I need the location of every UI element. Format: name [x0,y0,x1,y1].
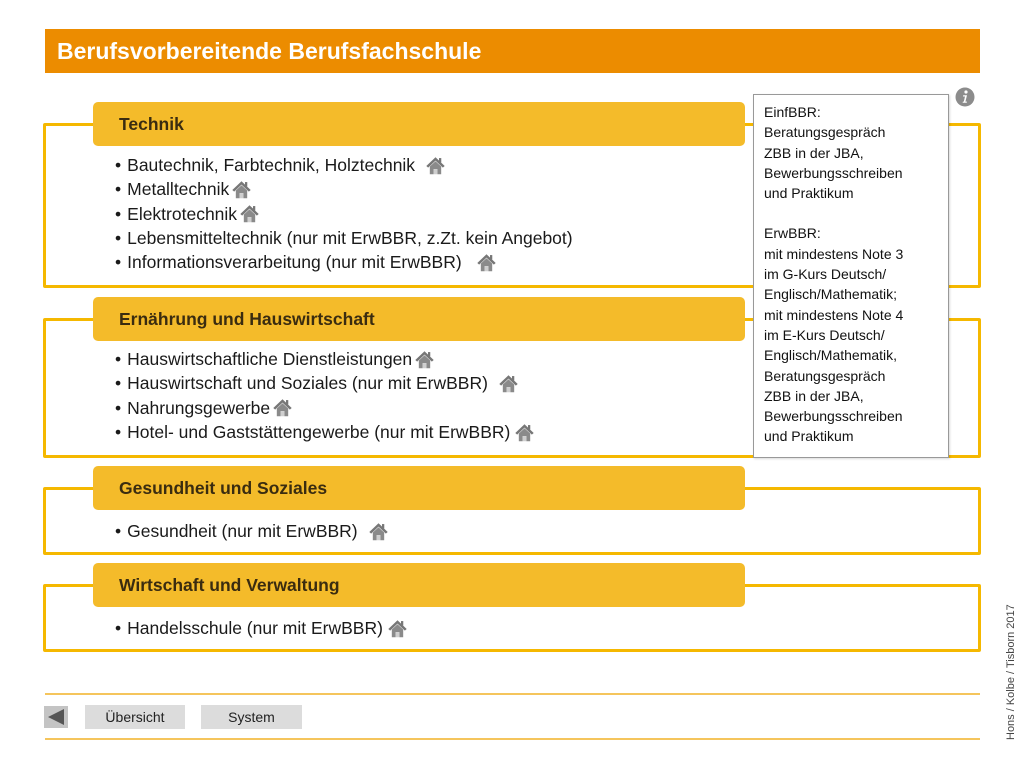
info-line: ZBB in der JBA, [764,387,864,404]
home-icon[interactable] [476,252,497,273]
info-line: Bewerbungsschreiben [764,408,903,425]
section-wirtschaft-verwaltung: Wirtschaft und Verwaltung • Handelsschule… [43,563,981,652]
list-item: • Hauswirtschaftliche Dienstleistungen [115,347,535,371]
credit-text: Hons / Kolbe / Tisborn 2017 [1005,604,1017,740]
info-icon[interactable] [955,87,975,107]
list-item-label: Nahrungsgewerbe [127,397,271,418]
section-header-ernaehrung: Ernährung und Hauswirtschaft [93,297,745,341]
home-icon[interactable] [239,203,260,224]
info-line: und Praktikum [764,428,854,445]
list-item: • Lebensmitteltechnik (nur mit ErwBBR, z.… [115,226,573,250]
back-arrow-icon[interactable] [44,706,68,728]
info-line: im E-Kurs Deutsch/ [764,326,885,343]
list-item-label: Lebensmitteltechnik (nur mit ErwBBR, z.Z… [127,227,573,248]
info-line: Beratungsgespräch [764,367,886,384]
home-icon[interactable] [387,618,408,639]
list-item-label: Hauswirtschaft und Soziales (nur mit Erw… [127,373,488,394]
info-line: Bewerbungsschreiben [764,164,903,181]
course-list: • Gesundheit (nur mit ErwBBR) [115,519,389,543]
list-item-label: Gesundheit (nur mit ErwBBR) [127,521,358,541]
list-item-label: Metalltechnik [127,179,230,200]
section-header-technik: Technik [93,102,745,146]
list-item: • Nahrungsgewerbe [115,396,535,420]
info-erw-title: ErwBBR: [764,225,821,242]
info-line: Englisch/Mathematik, [764,347,898,364]
list-item: • Informationsverarbeitung (nur mit ErwBB… [115,250,573,274]
home-icon[interactable] [231,179,252,200]
title-bar: Berufsvorbereitende Berufsfachschule [45,29,980,73]
list-item-label: Informationsverarbeitung (nur mit ErwBBR… [127,252,462,273]
list-item-label: Elektrotechnik [127,203,238,224]
home-icon[interactable] [498,373,519,394]
list-item-label: Hauswirtschaftliche Dienstleistungen [127,349,413,369]
footer-divider [45,693,980,695]
info-line: Englisch/Mathematik; [764,286,898,303]
info-line: und Praktikum [764,185,854,202]
page-title: Berufsvorbereitende Berufsfachschule [57,37,482,64]
list-item: • Handelsschule (nur mit ErwBBR) [115,616,408,640]
info-line: im G-Kurs Deutsch/ [764,266,887,283]
info-line: mit mindestens Note 4 [764,306,904,323]
list-item: • Metalltechnik [115,177,573,201]
home-icon[interactable] [272,397,293,418]
list-item: • Bautechnik, Farbtechnik, Holztechnik [115,153,573,177]
system-button[interactable]: System [201,705,302,729]
section-gesundheit-soziales: Gesundheit und Soziales • Gesundheit (nur… [43,466,981,555]
info-box: EinfBBR: Beratungsgespräch ZBB in der JB… [753,94,949,458]
info-line: ZBB in der JBA, [764,144,864,161]
course-list: • Bautechnik, Farbtechnik, Holztechnik • M… [115,153,573,274]
overview-button[interactable]: Übersicht [85,705,185,729]
section-header-gesundheit: Gesundheit und Soziales [93,466,745,510]
info-einf-title: EinfBBR: [764,104,821,120]
list-item: • Hotel- und Gaststättengewerbe (nur mit … [115,420,535,444]
course-list: • Hauswirtschaftliche Dienstleistungen • H… [115,347,535,444]
home-icon[interactable] [514,422,535,443]
section-header-wirtschaft: Wirtschaft und Verwaltung [93,563,745,607]
list-item: • Gesundheit (nur mit ErwBBR) [115,519,389,543]
footer-divider [45,738,980,740]
list-item: • Hauswirtschaft und Soziales (nur mit Er… [115,371,535,395]
list-item-label: Hotel- und Gaststättengewerbe (nur mit E… [127,421,511,442]
home-icon[interactable] [414,349,435,370]
course-list: • Handelsschule (nur mit ErwBBR) [115,616,408,640]
info-line: Beratungsgespräch [764,124,886,141]
home-icon[interactable] [425,155,446,176]
home-icon[interactable] [368,521,389,542]
list-item: • Elektrotechnik [115,202,573,226]
list-item-label: Bautechnik, Farbtechnik, Holztechnik [127,155,416,175]
info-line: mit mindestens Note 3 [764,245,904,262]
list-item-label: Handelsschule (nur mit ErwBBR) [127,618,383,638]
